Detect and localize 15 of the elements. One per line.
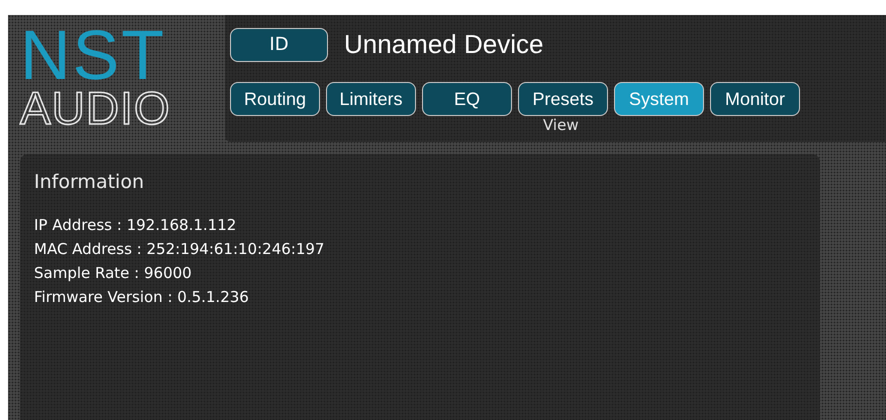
logo-bottom-text: AUDIO bbox=[20, 85, 172, 131]
view-tab[interactable]: Monitor bbox=[710, 82, 800, 116]
information-title: Information bbox=[34, 170, 145, 195]
id-button[interactable]: ID bbox=[230, 28, 328, 62]
device-name: Unnamed Device bbox=[344, 28, 544, 61]
info-line: Firmware Version : 0.5.1.236 bbox=[34, 286, 250, 308]
view-tab[interactable]: Presets bbox=[518, 82, 608, 116]
logo-top-text: NST bbox=[20, 25, 166, 85]
view-tab[interactable]: Limiters bbox=[326, 82, 416, 116]
info-line: IP Address : 192.168.1.112 bbox=[34, 214, 238, 236]
view-caption: View bbox=[543, 118, 580, 133]
info-line: Sample Rate : 96000 bbox=[34, 262, 193, 284]
view-tab[interactable]: EQ bbox=[422, 82, 512, 116]
view-tab[interactable]: Routing bbox=[230, 82, 320, 116]
info-line: MAC Address : 252:194:61:10:246:197 bbox=[34, 238, 326, 260]
